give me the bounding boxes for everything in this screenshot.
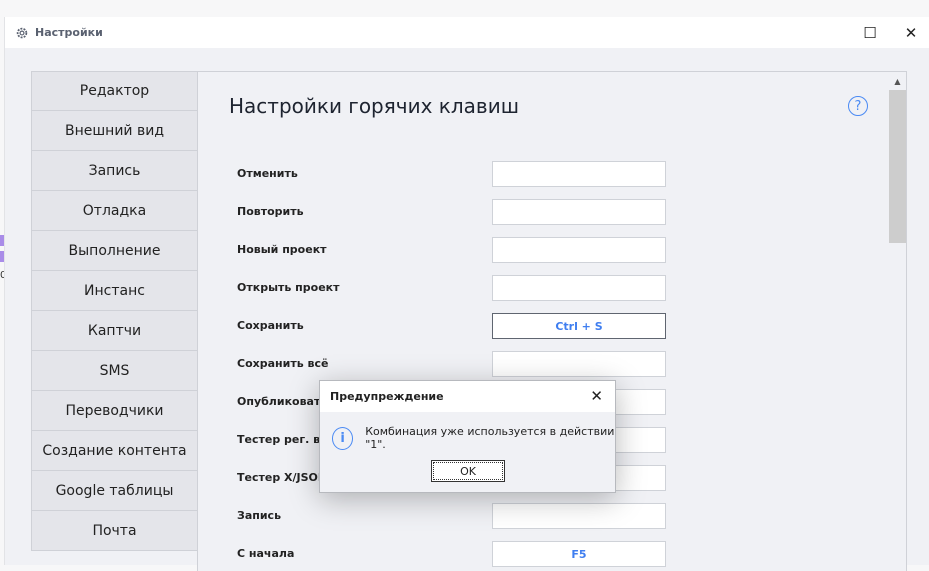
scrollbar-thumb[interactable]	[889, 90, 906, 243]
hotkey-row: Сохранить Ctrl + S	[237, 313, 677, 339]
hotkey-row: Повторить	[237, 199, 677, 225]
hotkey-label: Отменить	[237, 167, 298, 180]
hotkey-label: Новый проект	[237, 243, 327, 256]
hotkey-row: Новый проект	[237, 237, 677, 263]
gear-icon	[16, 27, 28, 38]
hotkey-input[interactable]: Ctrl + S	[492, 313, 666, 339]
hotkey-label: С начала	[237, 547, 295, 560]
ok-button[interactable]: OK	[431, 460, 505, 482]
hotkey-input[interactable]	[492, 199, 666, 225]
dialog-close-button[interactable]: ✕	[590, 387, 603, 405]
hotkey-label: Сохранить всё	[237, 357, 329, 370]
warning-dialog: Предупреждение ✕ i Комбинация уже исполь…	[319, 380, 616, 493]
hotkey-row: Запись	[237, 503, 677, 529]
dialog-header: Предупреждение ✕	[320, 381, 615, 412]
info-icon: i	[332, 426, 354, 450]
hotkey-input[interactable]	[492, 237, 666, 263]
sidebar-item[interactable]: Инстанс	[31, 271, 198, 311]
hotkey-input[interactable]	[492, 161, 666, 187]
sidebar-item[interactable]: Внешний вид	[31, 111, 198, 151]
dialog-title: Предупреждение	[330, 390, 444, 403]
dialog-message: Комбинация уже используется в действии "…	[365, 425, 615, 451]
scrollbar[interactable]: ▲	[889, 72, 906, 571]
hotkey-label: Открыть проект	[237, 281, 340, 294]
hotkey-input[interactable]	[492, 275, 666, 301]
sidebar-item[interactable]: Запись	[31, 151, 198, 191]
hotkey-input[interactable]	[492, 503, 666, 529]
sidebar-item[interactable]: Каптчи	[31, 311, 198, 351]
sidebar-item[interactable]: SMS	[31, 351, 198, 391]
hotkey-input[interactable]	[492, 351, 666, 377]
scroll-up-arrow-icon[interactable]: ▲	[889, 72, 906, 90]
sidebar-item[interactable]: Почта	[31, 511, 198, 551]
title-bar: Настройки ☐ ✕	[5, 17, 929, 48]
hotkey-label: Сохранить	[237, 319, 304, 332]
hotkey-input[interactable]: F5	[492, 541, 666, 567]
close-button[interactable]: ✕	[891, 17, 929, 48]
sidebar-item[interactable]: Создание контента	[31, 431, 198, 471]
hotkeys-panel: Настройки горячих клавиш ? ▲ Отменить Пов…	[197, 71, 907, 571]
hotkey-row: Отменить	[237, 161, 677, 187]
sidebar-item[interactable]: Редактор	[31, 71, 198, 111]
hotkey-label: Запись	[237, 509, 282, 522]
hotkey-label: Опубликовать	[237, 395, 328, 408]
page-title: Настройки горячих клавиш	[229, 94, 519, 118]
sidebar-item[interactable]: Переводчики	[31, 391, 198, 431]
help-icon[interactable]: ?	[848, 96, 868, 116]
sidebar: Редактор Внешний вид Запись Отладка Выполнен…	[31, 71, 198, 551]
sidebar-item[interactable]: Отладка	[31, 191, 198, 231]
hotkey-label: Тестер X/JSON	[237, 471, 328, 484]
hotkey-row: С начала F5	[237, 541, 677, 567]
hotkey-row: Сохранить всё	[237, 351, 677, 377]
maximize-button[interactable]: ☐	[850, 17, 890, 48]
sidebar-item[interactable]: Выполнение	[31, 231, 198, 271]
hotkey-row: Открыть проект	[237, 275, 677, 301]
sidebar-item[interactable]: Google таблицы	[31, 471, 198, 511]
hotkey-label: Повторить	[237, 205, 304, 218]
window-title: Настройки	[35, 26, 103, 39]
